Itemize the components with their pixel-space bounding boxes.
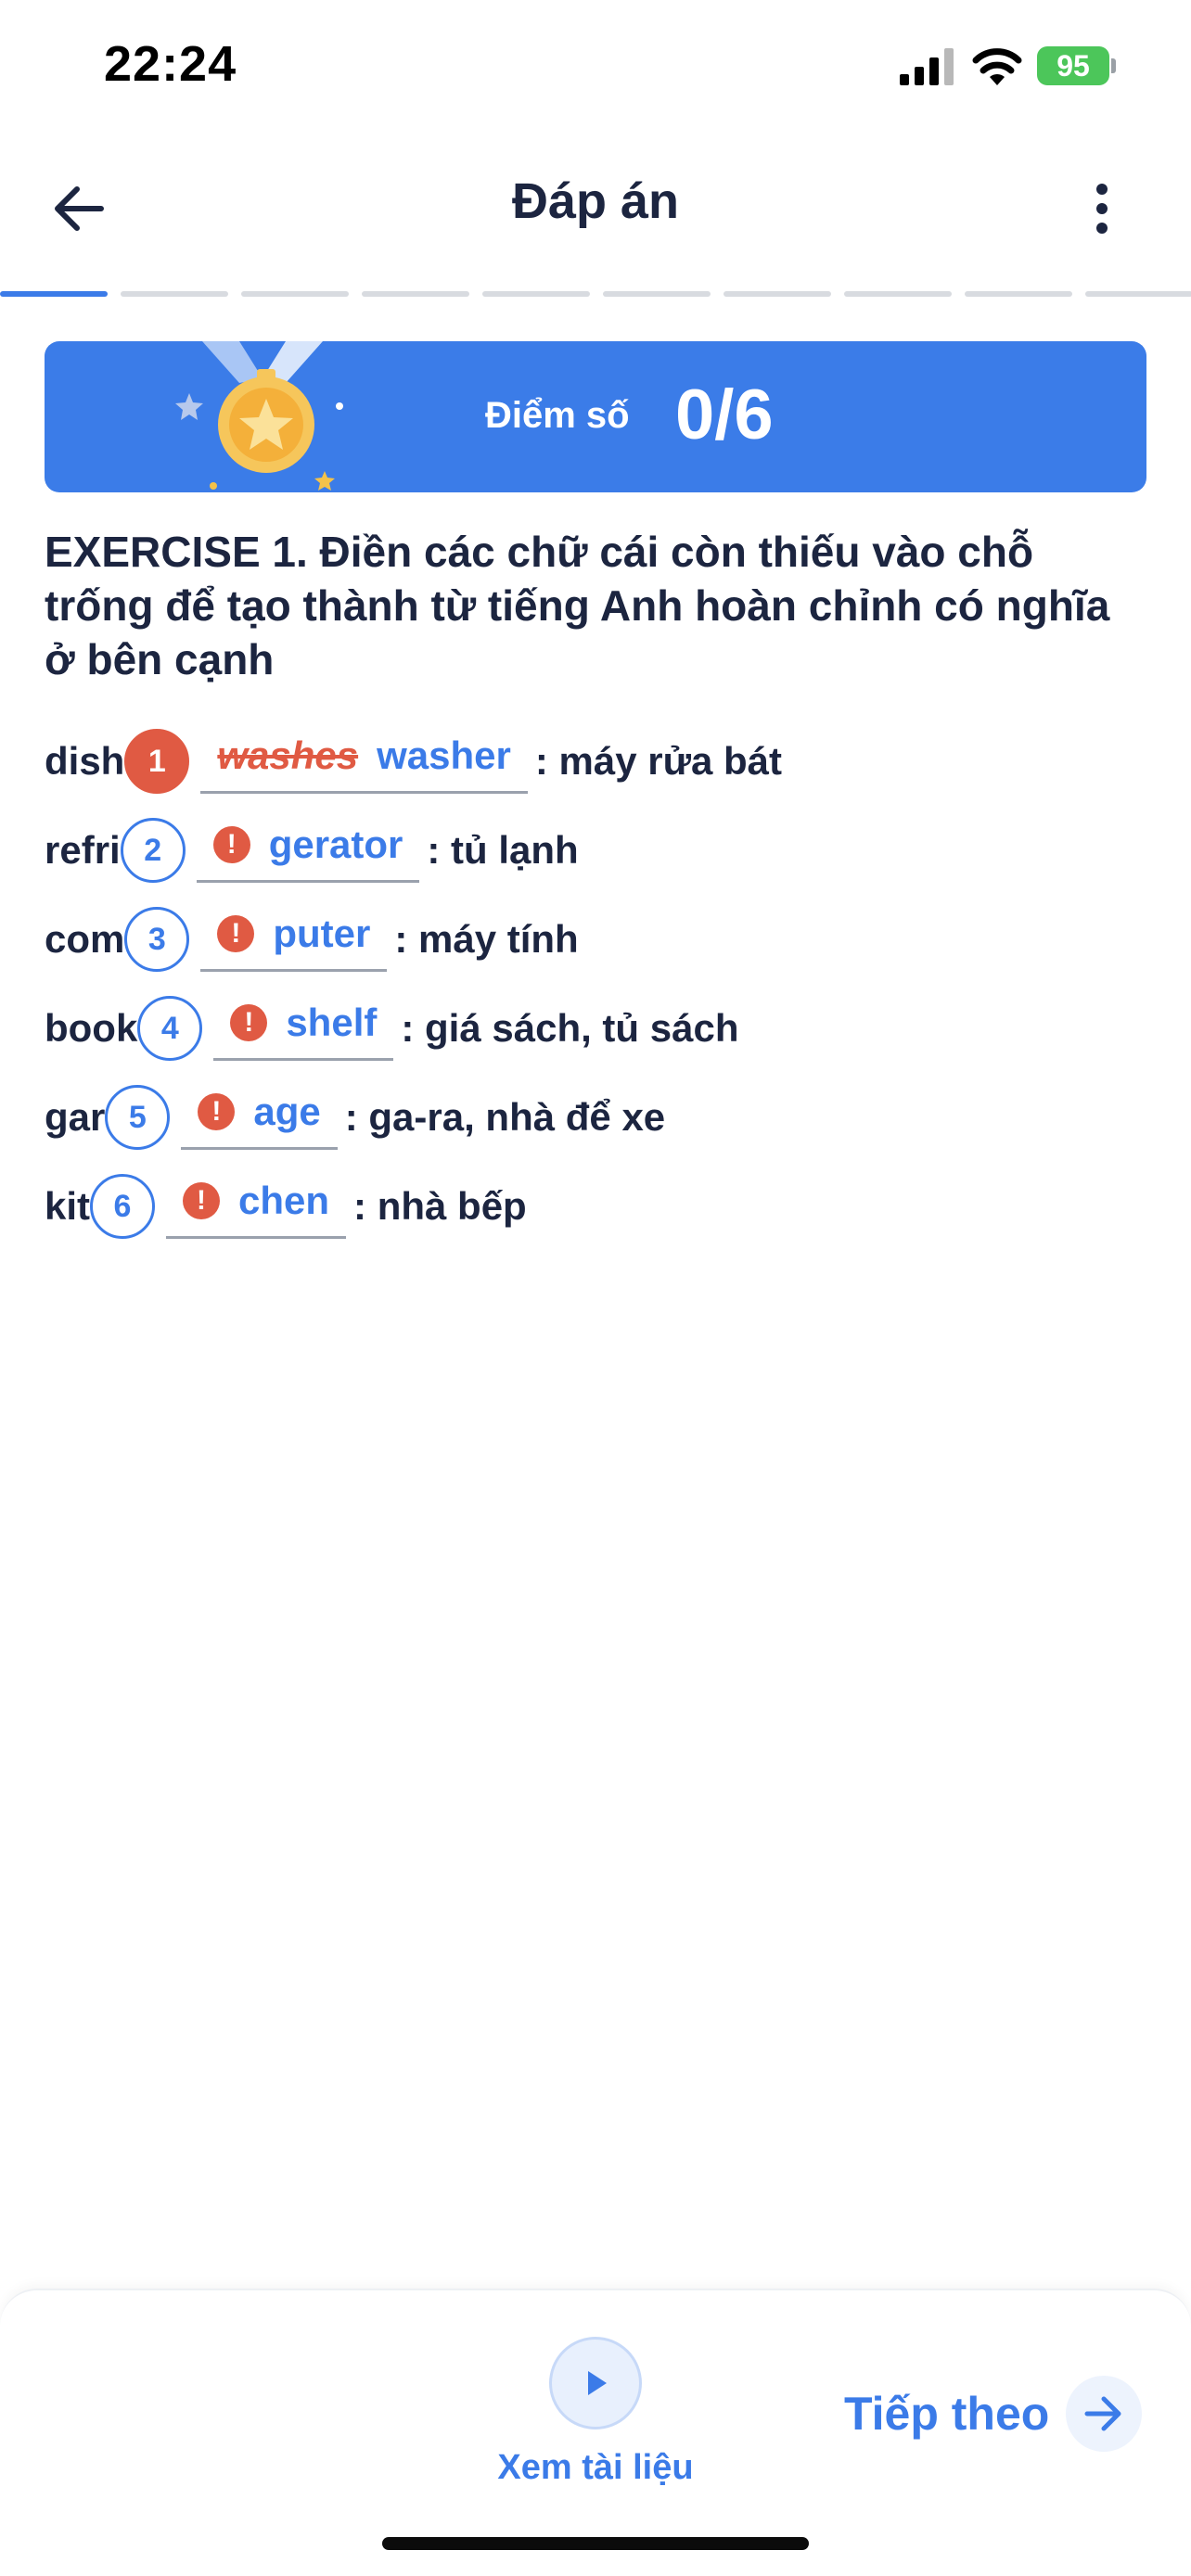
question-number-badge[interactable]: 1 <box>124 729 190 794</box>
answer-field[interactable]: ! chen <box>166 1174 347 1239</box>
progress-segment-1[interactable] <box>0 291 108 297</box>
status-bar: 22:24 95 <box>0 0 1191 130</box>
word-prefix: kit <box>45 1184 91 1228</box>
question-row-6: kit 6 ! chen : nhà bếp <box>45 1169 527 1243</box>
exercise-heading: EXERCISE 1. Điền các chữ cái còn thiếu v… <box>45 528 1110 683</box>
question-row-5: gar 5 ! age : ga-ra, nhà để xe <box>45 1080 665 1154</box>
score-label: Điểm số <box>485 395 630 436</box>
view-document-label: Xem tài liệu <box>497 2448 694 2487</box>
answer-field[interactable]: ! puter <box>200 907 388 972</box>
battery-icon: 95 <box>1037 46 1117 85</box>
question-number-badge[interactable]: 3 <box>124 907 190 972</box>
battery-level: 95 <box>1037 46 1109 85</box>
answer-field[interactable]: ! age <box>181 1085 338 1150</box>
play-icon <box>549 2337 642 2429</box>
bottom-action-bar: Xem tài liệu Tiếp theo <box>0 2289 1191 2576</box>
word-meaning: : giá sách, tủ sách <box>401 1006 739 1050</box>
correct-answer: puter <box>273 911 371 955</box>
nav-bar: Đáp án <box>0 139 1191 278</box>
question-progress <box>0 291 1191 297</box>
more-options-button[interactable] <box>1074 176 1130 241</box>
medal-icon <box>175 341 343 491</box>
progress-segment-4[interactable] <box>362 291 469 297</box>
view-document-button[interactable]: Xem tài liệu <box>482 2337 709 2494</box>
question-row-1: dish 1 washes washer : máy rửa bát <box>45 724 782 798</box>
progress-segment-5[interactable] <box>482 291 590 297</box>
word-prefix: dish <box>45 739 125 783</box>
progress-segment-2[interactable] <box>121 291 228 297</box>
score-banner: Điểm số 0/6 <box>45 341 1146 492</box>
word-prefix: book <box>45 1006 138 1050</box>
question-row-2: refri 2 ! gerator : tủ lạnh <box>45 813 579 887</box>
arrow-right-icon <box>1066 2376 1143 2452</box>
word-meaning: : nhà bếp <box>353 1184 527 1228</box>
home-indicator <box>382 2537 809 2550</box>
word-meaning: : ga-ra, nhà để xe <box>344 1095 666 1139</box>
alert-icon: ! <box>217 914 255 952</box>
alert-icon: ! <box>212 825 250 863</box>
progress-segment-10[interactable] <box>1085 291 1191 297</box>
more-vertical-icon <box>1096 184 1108 234</box>
word-meaning: : máy tính <box>394 917 579 961</box>
word-meaning: : tủ lạnh <box>427 828 579 872</box>
answer-field[interactable]: washes washer <box>200 729 528 794</box>
progress-segment-8[interactable] <box>844 291 952 297</box>
correct-answer: age <box>253 1089 321 1133</box>
score-value: 0/6 <box>675 376 774 454</box>
battery-tip <box>1111 58 1116 73</box>
progress-segment-7[interactable] <box>724 291 831 297</box>
progress-segment-9[interactable] <box>965 291 1072 297</box>
user-answer-wrong: washes <box>217 733 359 777</box>
word-prefix: gar <box>45 1095 106 1139</box>
question-number-badge[interactable]: 4 <box>137 996 203 1061</box>
word-meaning: : máy rửa bát <box>534 739 783 783</box>
next-button[interactable]: Tiếp theo <box>844 2372 1150 2455</box>
status-time: 22:24 <box>104 36 237 92</box>
alert-icon: ! <box>183 1181 221 1219</box>
word-prefix: refri <box>45 828 121 872</box>
correct-answer: chen <box>238 1178 330 1222</box>
cellular-signal-icon <box>900 48 954 85</box>
page-title: Đáp án <box>511 173 680 229</box>
question-number-badge[interactable]: 5 <box>105 1085 171 1150</box>
next-label: Tiếp theo <box>844 2388 1050 2440</box>
alert-icon: ! <box>230 1003 268 1041</box>
question-row-4: book 4 ! shelf : giá sách, tủ sách <box>45 991 738 1065</box>
alert-icon: ! <box>198 1092 236 1130</box>
progress-segment-3[interactable] <box>241 291 349 297</box>
question-number-badge[interactable]: 6 <box>90 1174 156 1239</box>
answer-field[interactable]: ! gerator <box>196 818 420 883</box>
correct-answer: gerator <box>268 822 403 866</box>
progress-segment-6[interactable] <box>603 291 711 297</box>
correct-answer: washer <box>377 733 511 777</box>
answer-field[interactable]: ! shelf <box>213 996 394 1061</box>
question-row-3: com 3 ! puter : máy tính <box>45 902 579 976</box>
correct-answer: shelf <box>286 1000 378 1044</box>
question-number-badge[interactable]: 2 <box>120 818 186 883</box>
wifi-icon <box>972 48 1022 85</box>
word-prefix: com <box>45 917 125 961</box>
